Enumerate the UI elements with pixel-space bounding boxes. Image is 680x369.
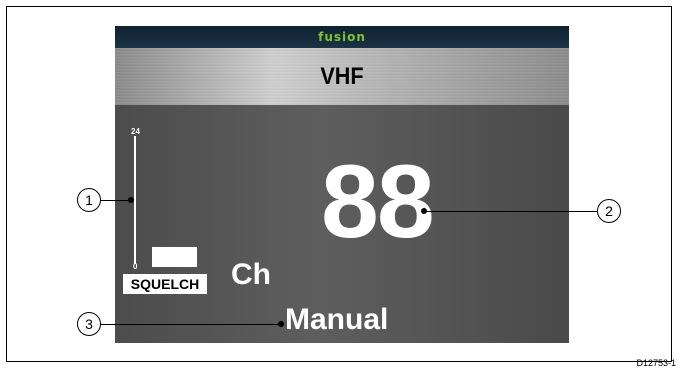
callout-3: 3 [77,312,101,336]
title-bar: VHF [115,48,569,105]
callout-3-dot [278,321,284,327]
radio-display-screen: fusion VHF 24 0 SQUELCH 88 Ch Manual [115,26,569,343]
squelch-scale-min: 0 [133,262,138,271]
squelch-label: SQUELCH [123,274,207,294]
squelch-level-bar [134,136,136,264]
brand-bar: fusion [115,26,569,48]
callout-2-leader [425,211,597,212]
callout-3-leader [101,324,281,325]
figure-reference: D12753-1 [636,358,676,368]
callout-2-dot [421,208,427,214]
callout-1: 1 [77,188,101,212]
brand-logo: fusion [318,30,366,44]
mode-label: Manual [285,303,389,336]
squelch-indicator [152,247,197,267]
channel-label: Ch [231,258,271,291]
callout-1-leader [101,200,131,201]
squelch-scale-max: 24 [131,127,140,136]
channel-number: 88 [321,144,435,260]
callout-2: 2 [597,199,621,223]
page-title: VHF [320,62,364,90]
callout-1-dot [128,197,134,203]
